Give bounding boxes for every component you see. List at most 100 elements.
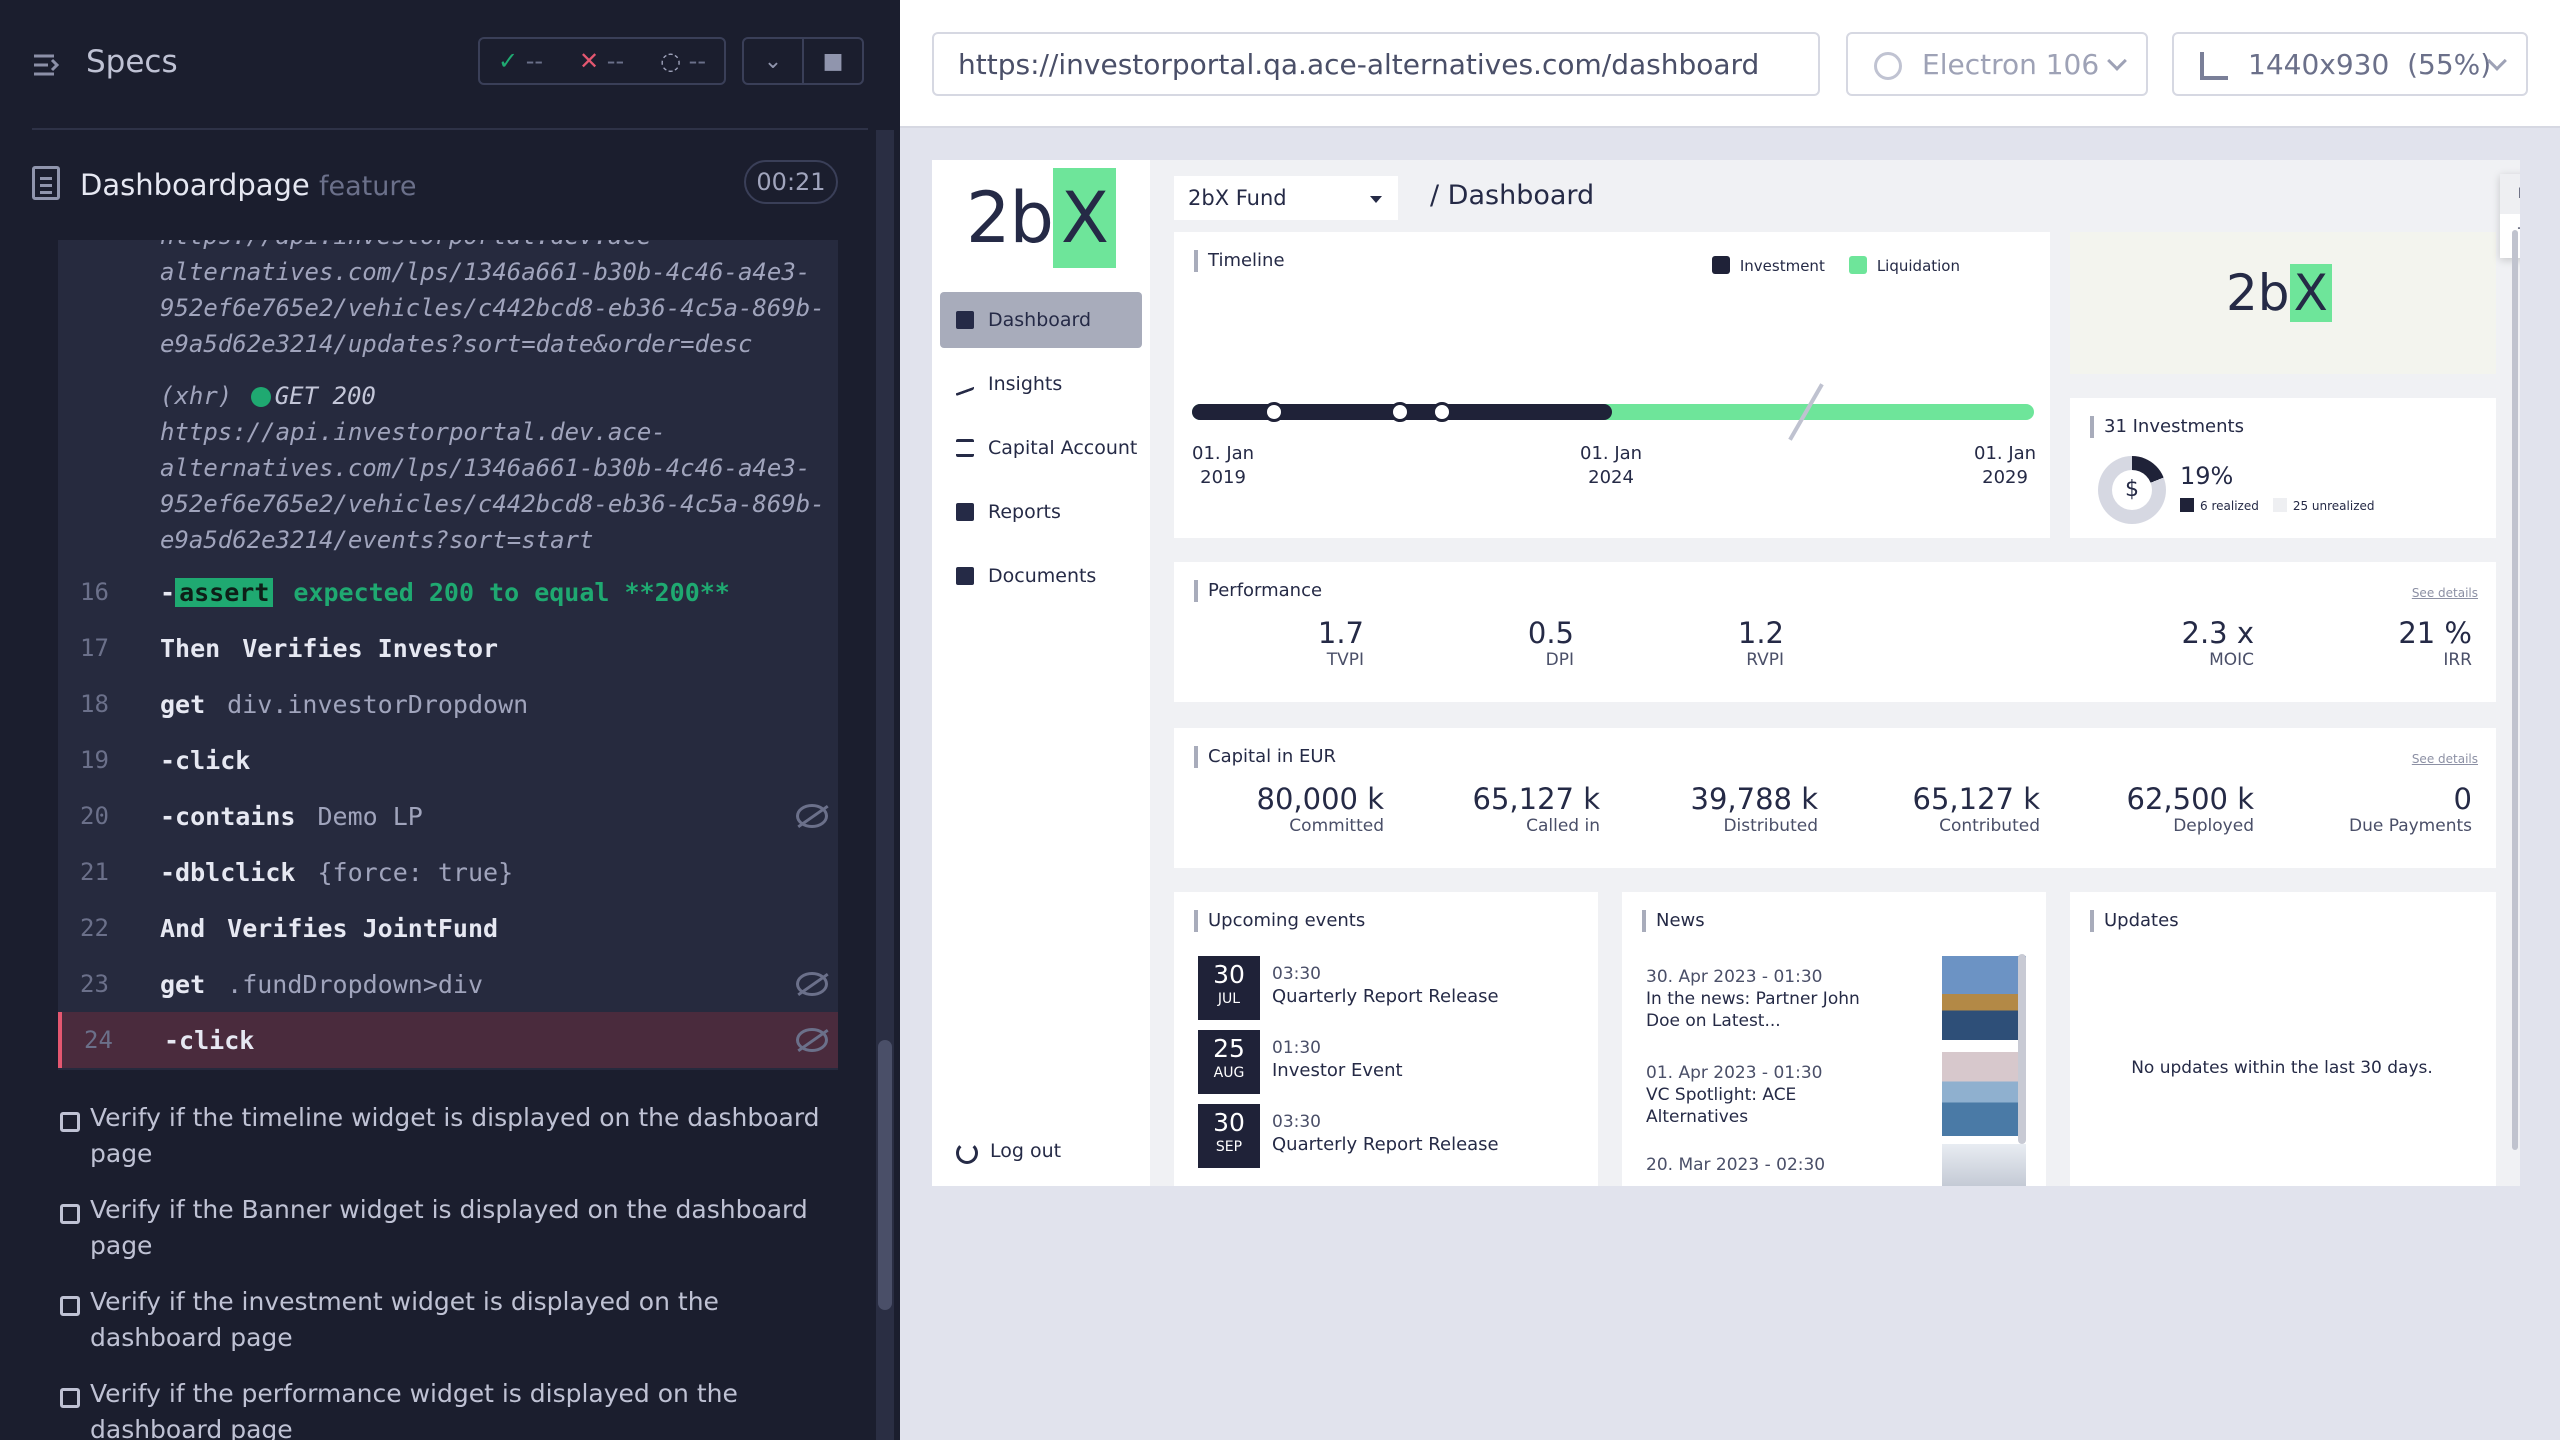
pending-icon: ◌ [660,47,682,75]
specs-menu-icon[interactable] [32,50,62,80]
metric-value: 21 % [2398,616,2472,650]
metric-label: Due Payments [2348,816,2472,836]
command-arg: div.investorDropdown [227,689,529,719]
metric-label: Committed [1289,816,1384,836]
timeline-legend: Investment Liquidation [1712,256,1960,275]
app-logo[interactable]: 2b X [966,168,1116,268]
spec-header: Dashboardpage feature 00:21 [32,130,868,240]
command-number: 18 [80,690,109,718]
viewport-size: 1440x930 [2248,47,2390,81]
browser-panel: https://investorportal.qa.ace-alternativ… [900,0,2560,1440]
sidebar-item-dashboard[interactable]: Dashboard [940,292,1142,348]
command-arg: Verifies JointFund [227,913,499,943]
investor-option-demo-lp[interactable]: Demo LP [2500,174,2520,214]
command-arg: {force: true} [317,857,514,887]
sidebar-item-label: Documents [988,565,1097,587]
test-item[interactable]: Verify if the timeline widget is display… [58,1100,838,1172]
viewport-selector[interactable]: 1440x930 (55%) [2172,32,2528,96]
command-row[interactable]: 23 get .fundDropdown>div [58,956,838,1012]
see-details-link[interactable]: See details [2412,752,2478,766]
metric-value: 65,127 k [1472,782,1600,816]
news-item[interactable]: 20. Mar 2023 - 02:30 [1646,1144,2026,1186]
timeline-marker[interactable] [1390,402,1410,422]
stop-button[interactable]: ■ [802,37,864,85]
event-time: 01:30 [1272,1038,1321,1058]
command-row[interactable]: 18 get div.investorDropdown [58,676,838,732]
widget-title: News [1642,910,1705,932]
app-viewport: 2b X Dashboard Insights Capital Account R… [932,160,2520,1186]
news-headline: In the news: Partner John Doe on Latest.… [1646,989,1860,1031]
command-number: 19 [80,746,109,774]
sidebar-item-insights[interactable]: Insights [940,356,1142,412]
url-field[interactable]: https://investorportal.qa.ace-alternativ… [932,32,1820,96]
news-scrollbar[interactable] [2018,954,2026,1144]
events-widget: Upcoming events 30 JUL 03:30 Quarterly Re… [1174,892,1598,1186]
command-row[interactable]: 22 And Verifies JointFund [58,900,838,956]
assert-tag: assert [175,577,274,607]
event-item[interactable]: 30 SEP 03:30 Quarterly Report Release [1198,1104,1578,1168]
app-scrollbar[interactable] [2512,230,2518,1150]
breadcrumb: / Dashboard [1430,180,1595,211]
timeline-date: 01. Jan 2019 [1192,442,1254,490]
news-item[interactable]: 30. Apr 2023 - 01:30 In the news: Partne… [1646,956,2026,1056]
news-image [1942,1052,2026,1136]
metric-value: 65,127 k [1912,782,2040,816]
xhr-log-entry[interactable]: (xhr) GET 200 https://api.investorportal… [58,378,838,558]
runner-scroll-thumb[interactable] [878,1040,892,1310]
logo-prefix: 2b [966,177,1054,259]
logout-button[interactable]: Log out [956,1140,1061,1164]
metric-label: MOIC [2209,650,2254,670]
browser-selector[interactable]: Electron 106 [1846,32,2148,96]
sidebar-nav: Dashboard Insights Capital Account Repor… [940,292,1142,612]
command-log: https://api.investorportal.dev.ace- alte… [58,240,838,1070]
sidebar-item-reports[interactable]: Reports [940,484,1142,540]
xhr-tag: (xhr) [160,382,233,410]
event-item[interactable]: 25 AUG 01:30 Investor Event [1198,1030,1578,1094]
command-row[interactable]: 20 -contains Demo LP [58,788,838,844]
metric-label: RVPI [1746,650,1784,670]
xhr-log-entry[interactable]: https://api.investorportal.dev.ace- alte… [58,240,838,362]
test-runner-panel: Specs ✓ -- ✕ -- ◌ -- ⌄ ■ Dashboardpage f… [0,0,900,1440]
specs-title[interactable]: Specs [86,44,178,80]
xhr-method: GET 200 [274,382,376,410]
command-row[interactable]: 19 -click [58,732,838,788]
home-icon [956,311,974,329]
logo-highlight: X [2289,264,2332,322]
event-item[interactable]: 30 JUL 03:30 Quarterly Report Release [1198,956,1578,1020]
command-row[interactable]: 21 -dblclick {force: true} [58,844,838,900]
xhr-url-line: alternatives.com/lps/1346a661-b30b-4c46-… [160,454,811,482]
sidebar-item-label: Capital Account [988,437,1138,459]
command-row-active[interactable]: 24 -click [58,1012,838,1068]
fund-dropdown[interactable]: 2bX Fund [1174,176,1398,220]
event-date-badge: 30 SEP [1198,1104,1260,1168]
metric-contributed: 65,127 k Contributed [1890,782,2040,836]
event-day: 30 [1213,960,1245,989]
timeline-marker[interactable] [1432,402,1452,422]
command-number: 17 [80,634,109,662]
sidebar-item-capital-account[interactable]: Capital Account [940,420,1142,476]
test-item[interactable]: Verify if the investment widget is displ… [58,1284,838,1356]
realized-percentage: 19% [2180,462,2234,490]
news-item[interactable]: 01. Apr 2023 - 01:30 VC Spotlight: ACE A… [1646,1052,2026,1152]
event-day: 30 [1213,1108,1245,1137]
command-row[interactable]: 16 - assert expected 200 to equal **200** [58,564,838,620]
test-item[interactable]: Verify if the Banner widget is displayed… [58,1192,838,1264]
event-date-badge: 25 AUG [1198,1030,1260,1094]
command-row[interactable]: 17 Then Verifies Investor [58,620,838,676]
see-details-link[interactable]: See details [2412,586,2478,600]
timeline-marker[interactable] [1264,402,1284,422]
metric-label: Called in [1526,816,1600,836]
news-headline: VC Spotlight: ACE Alternatives [1646,1085,1797,1127]
command-number: 16 [80,578,109,606]
test-item[interactable]: Verify if the performance widget is disp… [58,1376,838,1440]
metric-dpi: 0.5 DPI [1514,616,1574,670]
timeline-date-day: 01. Jan [1974,443,2037,464]
expand-collapse-button[interactable]: ⌄ [742,37,804,85]
updates-widget: Updates No updates within the last 30 da… [2070,892,2496,1186]
sidebar-item-label: Dashboard [988,309,1092,331]
stop-icon: ■ [822,48,844,74]
sidebar-item-documents[interactable]: Documents [940,548,1142,604]
runner-header: Specs ✓ -- ✕ -- ◌ -- ⌄ ■ [32,0,868,130]
pass-count: -- [525,47,544,75]
legend-unrealized: 25 unrealized [2273,498,2375,513]
